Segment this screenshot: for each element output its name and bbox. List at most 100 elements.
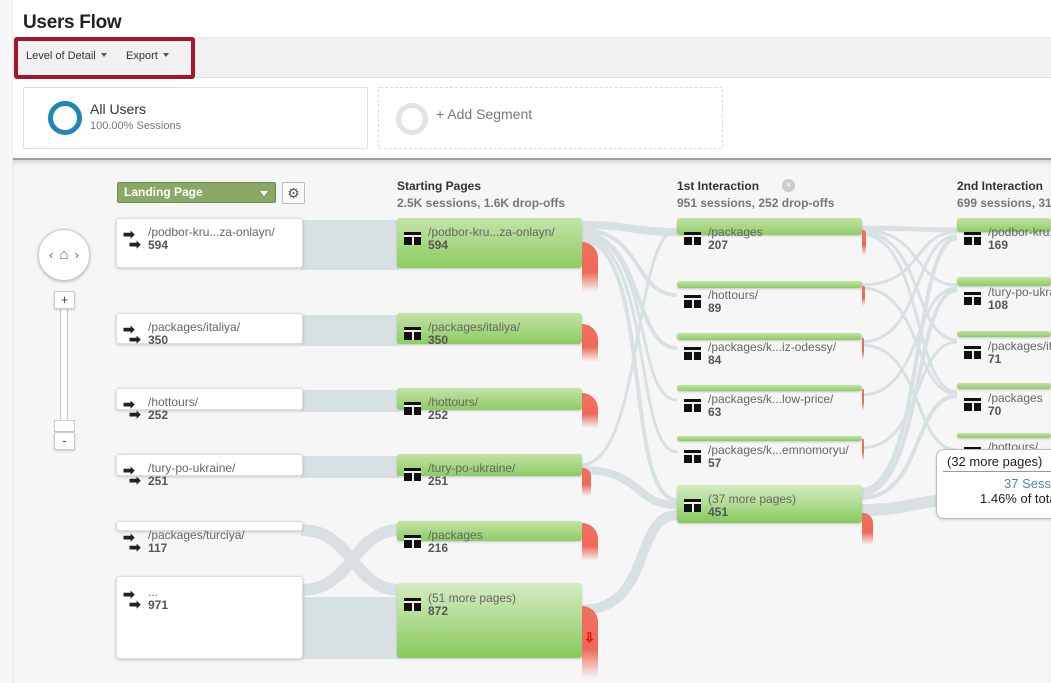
- home-icon[interactable]: ⌂: [59, 246, 68, 263]
- segment-subtitle: 100.00% Sessions: [90, 120, 182, 132]
- dimension-select[interactable]: Landing Page: [117, 182, 276, 203]
- node-value: 872: [428, 604, 449, 618]
- chevron-down-icon: [162, 53, 169, 57]
- node-label: /packages/k...low-price/: [708, 392, 834, 406]
- page-icon: [404, 468, 421, 481]
- page-node[interactable]: [957, 277, 1051, 286]
- page-icon: [404, 598, 421, 611]
- node-label-group: /packages/k...emnomoryu/57: [708, 443, 849, 470]
- tooltip-divider: [943, 471, 1051, 472]
- page-icon: [684, 295, 701, 308]
- zoom-in-button[interactable]: +: [54, 291, 75, 309]
- column-summary: 699 sessions, 315 drop-offs: [957, 196, 1051, 210]
- entrance-arrows-icon: ➡ ➡: [123, 396, 141, 422]
- node-value: 451: [708, 505, 729, 519]
- page-node[interactable]: [677, 218, 862, 235]
- column-header-starting: Starting Pages 2.5K sessions, 1.6K drop-…: [397, 179, 565, 210]
- node-value: 117: [148, 541, 168, 555]
- tooltip-sessions: 37 Sessions: [1004, 476, 1051, 491]
- dropoff-bar[interactable]: [582, 468, 591, 496]
- node-label-group: /tury-po-ukraine/251: [428, 462, 515, 488]
- add-segment-button[interactable]: + Add Segment: [378, 87, 723, 149]
- node-label-group: /packages/turciya/117: [148, 529, 245, 555]
- column-header-second-interaction: 2nd Interaction 699 sessions, 315 drop-o…: [957, 179, 1051, 210]
- page-icon: [684, 232, 701, 245]
- dropoff-bar[interactable]: [862, 230, 866, 255]
- node-value: 252: [428, 408, 449, 422]
- level-of-detail-button[interactable]: Level of Detail: [26, 50, 107, 62]
- page-node[interactable]: [677, 385, 862, 391]
- pan-left-icon[interactable]: ‹: [49, 248, 53, 262]
- flow-link: [860, 232, 958, 394]
- node-label-group: (37 more pages) 451: [708, 493, 796, 519]
- node-value: 57: [708, 456, 722, 470]
- gear-icon: ⚙: [287, 185, 300, 201]
- page-node[interactable]: [397, 388, 582, 410]
- page-title: Users Flow: [23, 12, 122, 33]
- node-value: 63: [708, 405, 722, 419]
- pan-right-icon[interactable]: ›: [75, 248, 79, 262]
- zoom-slider-handle[interactable]: [54, 420, 75, 432]
- node-label-group: /tury-po-ukraine/251: [148, 462, 235, 488]
- dropoff-bar[interactable]: ⇩: [582, 606, 598, 678]
- entrance-arrows-icon: ➡ ➡: [123, 462, 141, 488]
- page-node[interactable]: [397, 521, 582, 541]
- page-node[interactable]: [677, 281, 862, 288]
- node-value: 251: [428, 474, 449, 488]
- flow-link: [301, 220, 399, 270]
- dropoff-bar[interactable]: [862, 286, 865, 306]
- left-panel-edge: [0, 0, 13, 683]
- close-step-icon[interactable]: ×: [782, 179, 795, 192]
- flow-link: [300, 524, 400, 596]
- chevron-down-icon: [100, 53, 107, 57]
- node-value: 207: [708, 238, 729, 252]
- segment-ring-icon: [48, 101, 82, 135]
- export-button[interactable]: Export: [126, 50, 169, 62]
- dropoff-bar[interactable]: [862, 439, 864, 461]
- page-icon: [684, 347, 701, 360]
- dropoff-bar[interactable]: [862, 338, 864, 360]
- zoom-slider-track[interactable]: [60, 304, 68, 426]
- node-label-group: /podbor-kru...169: [988, 226, 1051, 251]
- node-label-group: /packages/k...low-price/63: [708, 392, 834, 419]
- flow-link: [301, 597, 399, 659]
- segment-all-users[interactable]: All Users 100.00% Sessions: [23, 87, 368, 149]
- page-node[interactable]: [957, 383, 1051, 389]
- node-label-group: /podbor-kru...za-onlayn/594: [148, 226, 275, 252]
- page-icon: [964, 232, 981, 245]
- export-label: Export: [126, 50, 158, 62]
- dropoff-bar[interactable]: [582, 242, 598, 292]
- segment-title: All Users: [90, 101, 147, 117]
- dropoff-bar[interactable]: [862, 513, 873, 545]
- entrance-arrows-icon: ➡ ➡: [123, 226, 141, 252]
- page-node[interactable]: [957, 331, 1051, 337]
- node-value: 594: [148, 238, 169, 252]
- page-icon: [964, 398, 981, 411]
- node-label-group: /packages/k...iz-odessy/84: [708, 341, 836, 367]
- page-icon: [404, 327, 421, 340]
- flow-link: [301, 390, 399, 412]
- zoom-out-button[interactable]: -: [54, 432, 75, 450]
- settings-button[interactable]: ⚙: [282, 182, 305, 204]
- pan-control[interactable]: ‹ ⌂ ›: [38, 229, 90, 281]
- node-label-group: /packages/italiya/350: [428, 321, 520, 347]
- dropoff-bar[interactable]: [862, 389, 864, 411]
- level-of-detail-label: Level of Detail: [26, 50, 96, 62]
- page-icon: [964, 292, 981, 305]
- node-label-group: /packages 207: [708, 226, 763, 252]
- column-title: 2nd Interaction: [957, 179, 1044, 193]
- node-value: 216: [428, 541, 449, 555]
- page-node[interactable]: [957, 433, 1051, 438]
- node-value: 108: [988, 298, 1009, 311]
- add-segment-label: + Add Segment: [436, 106, 533, 122]
- node-label: /packages/k...emnomoryu/: [708, 443, 849, 457]
- page-node[interactable]: [677, 333, 862, 340]
- page-node[interactable]: [677, 436, 862, 441]
- entrance-arrows-icon: ➡ ➡: [123, 321, 141, 347]
- page-icon: [684, 450, 701, 463]
- page-icon: [404, 535, 421, 548]
- flow-link: [301, 315, 399, 346]
- column-summary: 951 sessions, 252 drop-offs: [677, 196, 835, 210]
- node-value: 70: [988, 404, 1002, 417]
- dimension-label: Landing Page: [124, 185, 203, 199]
